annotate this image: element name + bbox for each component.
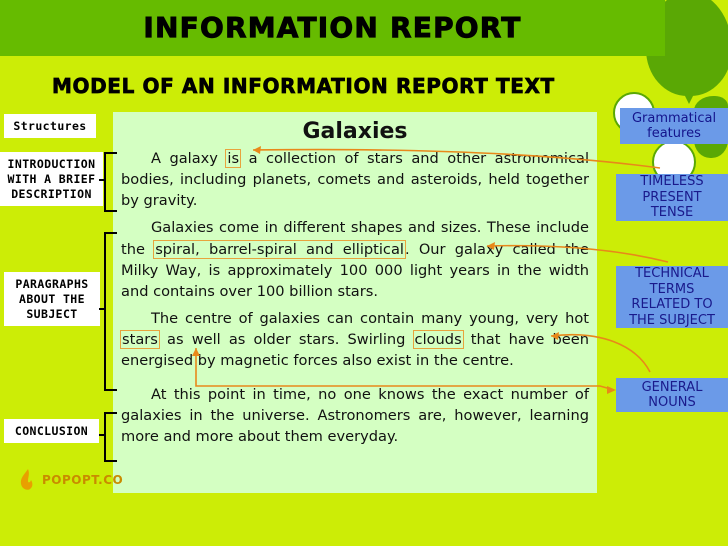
content-title: Galaxies [302, 119, 408, 144]
label-paragraphs-about-subject: PARAGRAPHS ABOUT THE SUBJECT [4, 272, 100, 326]
label-general-nouns: GENERAL NOUNS [616, 378, 728, 412]
label-technical-text: TECHNICAL TERMS RELATED TO THE SUBJECT [629, 266, 715, 328]
label-timeless-text: TIMELESS PRESENT TENSE [640, 174, 704, 221]
label-conclusion: CONCLUSION [4, 419, 99, 443]
label-structures-text: Structures [13, 118, 87, 133]
label-conclusion-text: CONCLUSION [14, 423, 89, 438]
label-grammatical-features: Grammatical features [620, 108, 728, 144]
label-paragraphs-text: PARAGRAPHS ABOUT THE SUBJECT [15, 276, 89, 321]
flame-icon [20, 469, 33, 490]
label-structures: Structures [4, 114, 96, 138]
highlighted-term: is [225, 149, 242, 168]
bracket-conclusion [104, 412, 117, 462]
paragraph-p4: At this point in time, no one knows the … [121, 385, 589, 445]
highlighted-term: clouds [412, 330, 464, 350]
bracket-introduction [104, 152, 117, 212]
balloon-green-large-tail-icon [683, 92, 695, 104]
highlighted-term: spiral, barrel-spiral and elliptical [153, 239, 406, 259]
paragraph-p2: Galaxies come in different shapes and si… [121, 219, 589, 300]
bracket-paragraphs [104, 232, 117, 391]
bracket-conclusion-stub [99, 434, 106, 437]
highlighted-term: stars [120, 330, 160, 350]
label-grammatical-text: Grammatical features [631, 110, 717, 142]
bracket-paragraphs-stub [99, 308, 106, 311]
label-introduction-text: INTRODUCTION WITH A BRIEF DESCRIPTION [7, 156, 96, 201]
label-general-text: GENERAL NOUNS [641, 379, 703, 411]
label-technical-terms: TECHNICAL TERMS RELATED TO THE SUBJECT [616, 266, 728, 328]
content-paragraphs: A galaxy is a collection of stars and ot… [113, 148, 597, 447]
label-timeless-present-tense: TIMELESS PRESENT TENSE [616, 174, 728, 221]
paragraph-p1: A galaxy is a collection of stars and ot… [121, 149, 589, 210]
logo-text: POPOPT.CO [42, 473, 124, 487]
content-card: Galaxies A galaxy is a collection of sta… [113, 112, 597, 493]
paragraph-p3: The centre of galaxies can contain many … [120, 310, 589, 370]
site-logo: POPOPT.CO [18, 468, 123, 492]
label-introduction: INTRODUCTION WITH A BRIEF DESCRIPTION [0, 152, 103, 206]
bracket-introduction-stub [99, 179, 106, 182]
slide-canvas: INFORMATION REPORT MODEL OF AN INFORMATI… [0, 0, 728, 546]
page-title: INFORMATION REPORT [143, 11, 522, 45]
page-subtitle: MODEL OF AN INFORMATION REPORT TEXT [52, 74, 555, 99]
